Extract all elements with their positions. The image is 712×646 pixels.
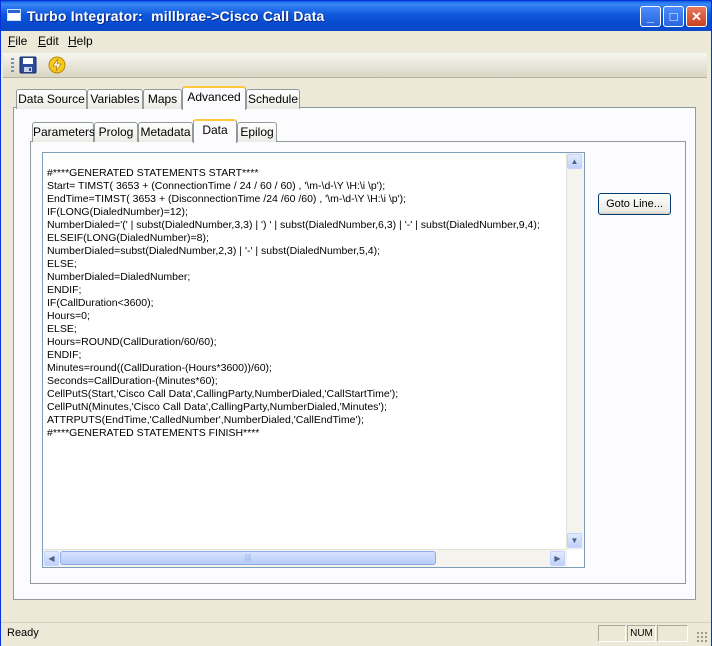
turbo-integrator-window: Turbo Integrator: millbrae->Cisco Call D…	[0, 0, 712, 646]
horizontal-scrollbar[interactable]: ◀ ||| ▶	[43, 549, 567, 567]
toolbar-grip[interactable]	[11, 58, 14, 72]
tab-prolog[interactable]: Prolog	[94, 122, 138, 142]
tab-epilog[interactable]: Epilog	[237, 122, 277, 142]
tab-metadata[interactable]: Metadata	[138, 122, 193, 142]
close-button[interactable]: ✕	[686, 6, 707, 27]
status-pane-caps	[598, 625, 626, 642]
resize-grip-icon[interactable]	[696, 631, 708, 643]
save-icon[interactable]	[19, 56, 37, 74]
toolbar	[3, 53, 707, 78]
menu-edit[interactable]: Edit	[38, 34, 59, 48]
tab-data[interactable]: Data	[193, 119, 237, 143]
code-text[interactable]: #****GENERATED STATEMENTS START**** Star…	[47, 167, 562, 547]
tab-schedule[interactable]: Schedule	[246, 89, 300, 109]
code-editor[interactable]: #****GENERATED STATEMENTS START**** Star…	[42, 152, 585, 568]
tab-maps[interactable]: Maps	[143, 89, 182, 109]
status-text: Ready	[7, 627, 39, 639]
menu-bar: File Edit Help	[1, 31, 711, 51]
run-icon[interactable]	[48, 56, 66, 74]
menu-file[interactable]: File	[8, 34, 27, 48]
title-bar[interactable]: Turbo Integrator: millbrae->Cisco Call D…	[1, 1, 711, 31]
scroll-down-arrow-icon[interactable]: ▼	[567, 533, 582, 548]
status-bar: Ready NUM	[1, 622, 711, 646]
scroll-right-arrow-icon[interactable]: ▶	[550, 551, 565, 566]
scroll-left-arrow-icon[interactable]: ◀	[44, 551, 59, 566]
scroll-up-arrow-icon[interactable]: ▲	[567, 154, 582, 169]
minimize-button[interactable]: _	[640, 6, 661, 27]
status-pane-scroll	[657, 625, 688, 642]
status-pane-num: NUM	[627, 625, 656, 642]
app-window-icon	[7, 9, 21, 21]
tab-variables[interactable]: Variables	[87, 89, 143, 109]
tab-data-source[interactable]: Data Source	[16, 89, 87, 109]
tab-advanced[interactable]: Advanced	[182, 86, 246, 110]
tab-parameters[interactable]: Parameters	[32, 122, 95, 142]
window-title: Turbo Integrator: millbrae->Cisco Call D…	[27, 8, 325, 24]
horizontal-scroll-thumb[interactable]: |||	[60, 551, 436, 565]
vertical-scrollbar[interactable]: ▲ ▼	[566, 153, 584, 550]
maximize-button[interactable]: □	[663, 6, 684, 27]
menu-help[interactable]: Help	[68, 34, 93, 48]
goto-line-button[interactable]: Goto Line...	[598, 193, 671, 215]
